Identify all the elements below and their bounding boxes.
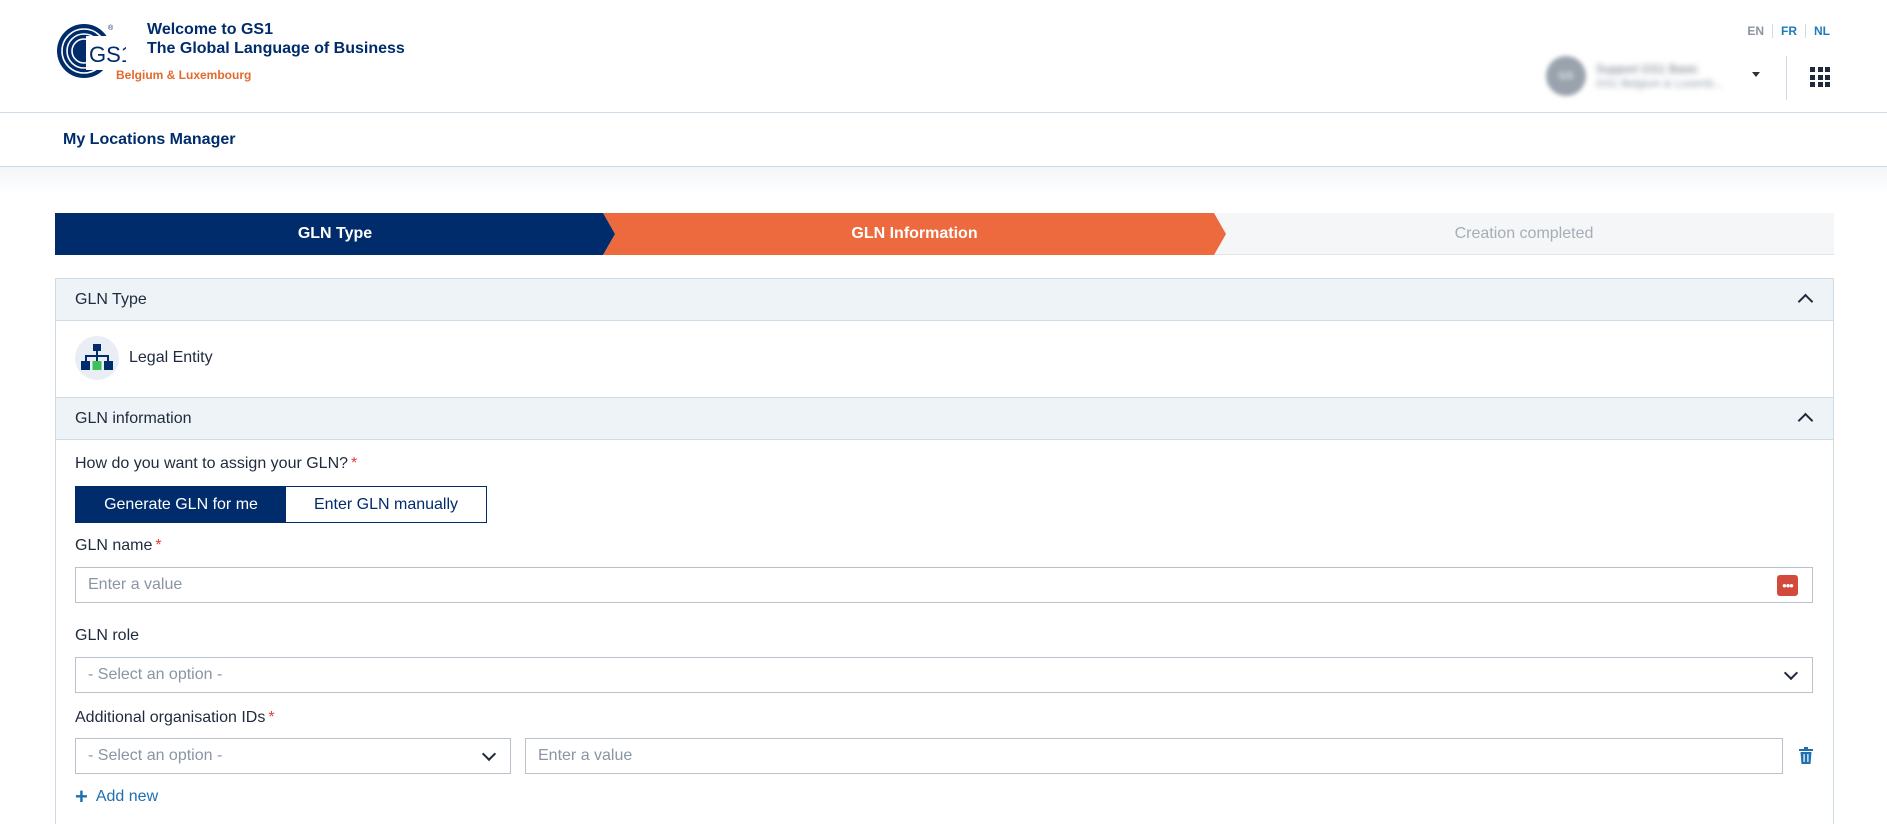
- enter-gln-manually-button[interactable]: Enter GLN manually: [286, 487, 486, 522]
- add-new-label: Add new: [95, 788, 159, 805]
- required-mark: *: [268, 709, 275, 726]
- panel-title: GLN information: [75, 409, 192, 427]
- gln-type-panel: GLN Type Legal Entity: [55, 278, 1834, 398]
- tagline: The Global Language of Business: [147, 40, 405, 57]
- required-mark: *: [155, 537, 162, 554]
- avatar: GS: [1546, 56, 1586, 96]
- gln-name-input[interactable]: [88, 576, 1812, 594]
- generate-gln-button[interactable]: Generate GLN for me: [76, 487, 286, 522]
- sub-navigation: My Locations Manager: [0, 113, 1887, 167]
- language-switcher: EN FR NL: [1739, 24, 1830, 38]
- gln-name-field[interactable]: •••: [75, 567, 1813, 603]
- step-gln-type[interactable]: GLN Type: [55, 213, 615, 255]
- additional-ids-label-text: Additional organisation IDs: [75, 709, 266, 726]
- app-title[interactable]: My Locations Manager: [63, 131, 235, 149]
- gln-name-label: GLN name *: [75, 537, 162, 555]
- org-id-value-field[interactable]: [525, 738, 1783, 774]
- selected-gln-type: Legal Entity: [75, 336, 213, 380]
- chevron-up-icon[interactable]: [1797, 412, 1814, 429]
- gln-role-selected: - Select an option -: [88, 666, 223, 683]
- gln-information-panel: GLN information How do you want to assig…: [55, 397, 1834, 824]
- password-manager-icon[interactable]: •••: [1777, 575, 1798, 596]
- assign-gln-label: How do you want to assign your GLN? *: [75, 455, 357, 473]
- add-new-button[interactable]: + Add new: [75, 784, 159, 809]
- top-header: GS1 ® Welcome to GS1 The Global Language…: [0, 0, 1887, 113]
- chevron-up-icon[interactable]: [1797, 293, 1814, 310]
- caret-down-icon[interactable]: [1752, 72, 1760, 77]
- plus-icon: +: [75, 784, 88, 809]
- lang-fr[interactable]: FR: [1773, 24, 1806, 38]
- user-info: Support GS1 Basic GS1 Belgium & Luxemb..…: [1596, 61, 1723, 92]
- org-id-type-selected: - Select an option -: [88, 747, 223, 764]
- assign-mode-toggle: Generate GLN for me Enter GLN manually: [75, 486, 487, 523]
- chevron-down-icon[interactable]: [481, 746, 497, 762]
- additional-ids-label: Additional organisation IDs *: [75, 709, 275, 727]
- trash-icon[interactable]: [1799, 747, 1813, 764]
- user-menu[interactable]: GS Support GS1 Basic GS1 Belgium & Luxem…: [1546, 56, 1760, 96]
- step-gln-information[interactable]: GLN Information: [603, 213, 1226, 255]
- header-divider: [1786, 56, 1787, 100]
- gln-role-select[interactable]: - Select an option -: [75, 657, 1813, 693]
- region-label: Belgium & Luxembourg: [116, 68, 252, 82]
- org-id-value-input[interactable]: [538, 747, 1782, 765]
- gln-information-panel-header[interactable]: GLN information: [56, 398, 1833, 440]
- welcome-title: Welcome to GS1: [147, 21, 273, 38]
- gln-role-label: GLN role: [75, 627, 140, 644]
- panel-title: GLN Type: [75, 290, 147, 308]
- svg-text:GS1: GS1: [89, 42, 126, 67]
- lang-en[interactable]: EN: [1739, 24, 1773, 38]
- required-mark: *: [351, 455, 358, 472]
- apps-grid-icon[interactable]: [1810, 67, 1830, 87]
- section-band: [0, 167, 1887, 195]
- gln-type-panel-header[interactable]: GLN Type: [56, 279, 1833, 321]
- org-chart-icon: [75, 336, 119, 380]
- org-id-type-select[interactable]: - Select an option -: [75, 738, 511, 774]
- step-creation-completed: Creation completed: [1214, 213, 1834, 255]
- user-name: Support GS1 Basic: [1596, 61, 1699, 76]
- chevron-down-icon[interactable]: [1783, 665, 1799, 681]
- gln-name-label-text: GLN name: [75, 537, 153, 554]
- lang-nl[interactable]: NL: [1806, 24, 1830, 38]
- progress-stepper: GLN Type GLN Information Creation comple…: [55, 213, 1834, 255]
- assign-gln-label-text: How do you want to assign your GLN?: [75, 455, 349, 472]
- gln-type-value: Legal Entity: [129, 349, 213, 366]
- user-org: GS1 Belgium & Luxemb...: [1596, 77, 1723, 90]
- svg-text:®: ®: [108, 24, 114, 32]
